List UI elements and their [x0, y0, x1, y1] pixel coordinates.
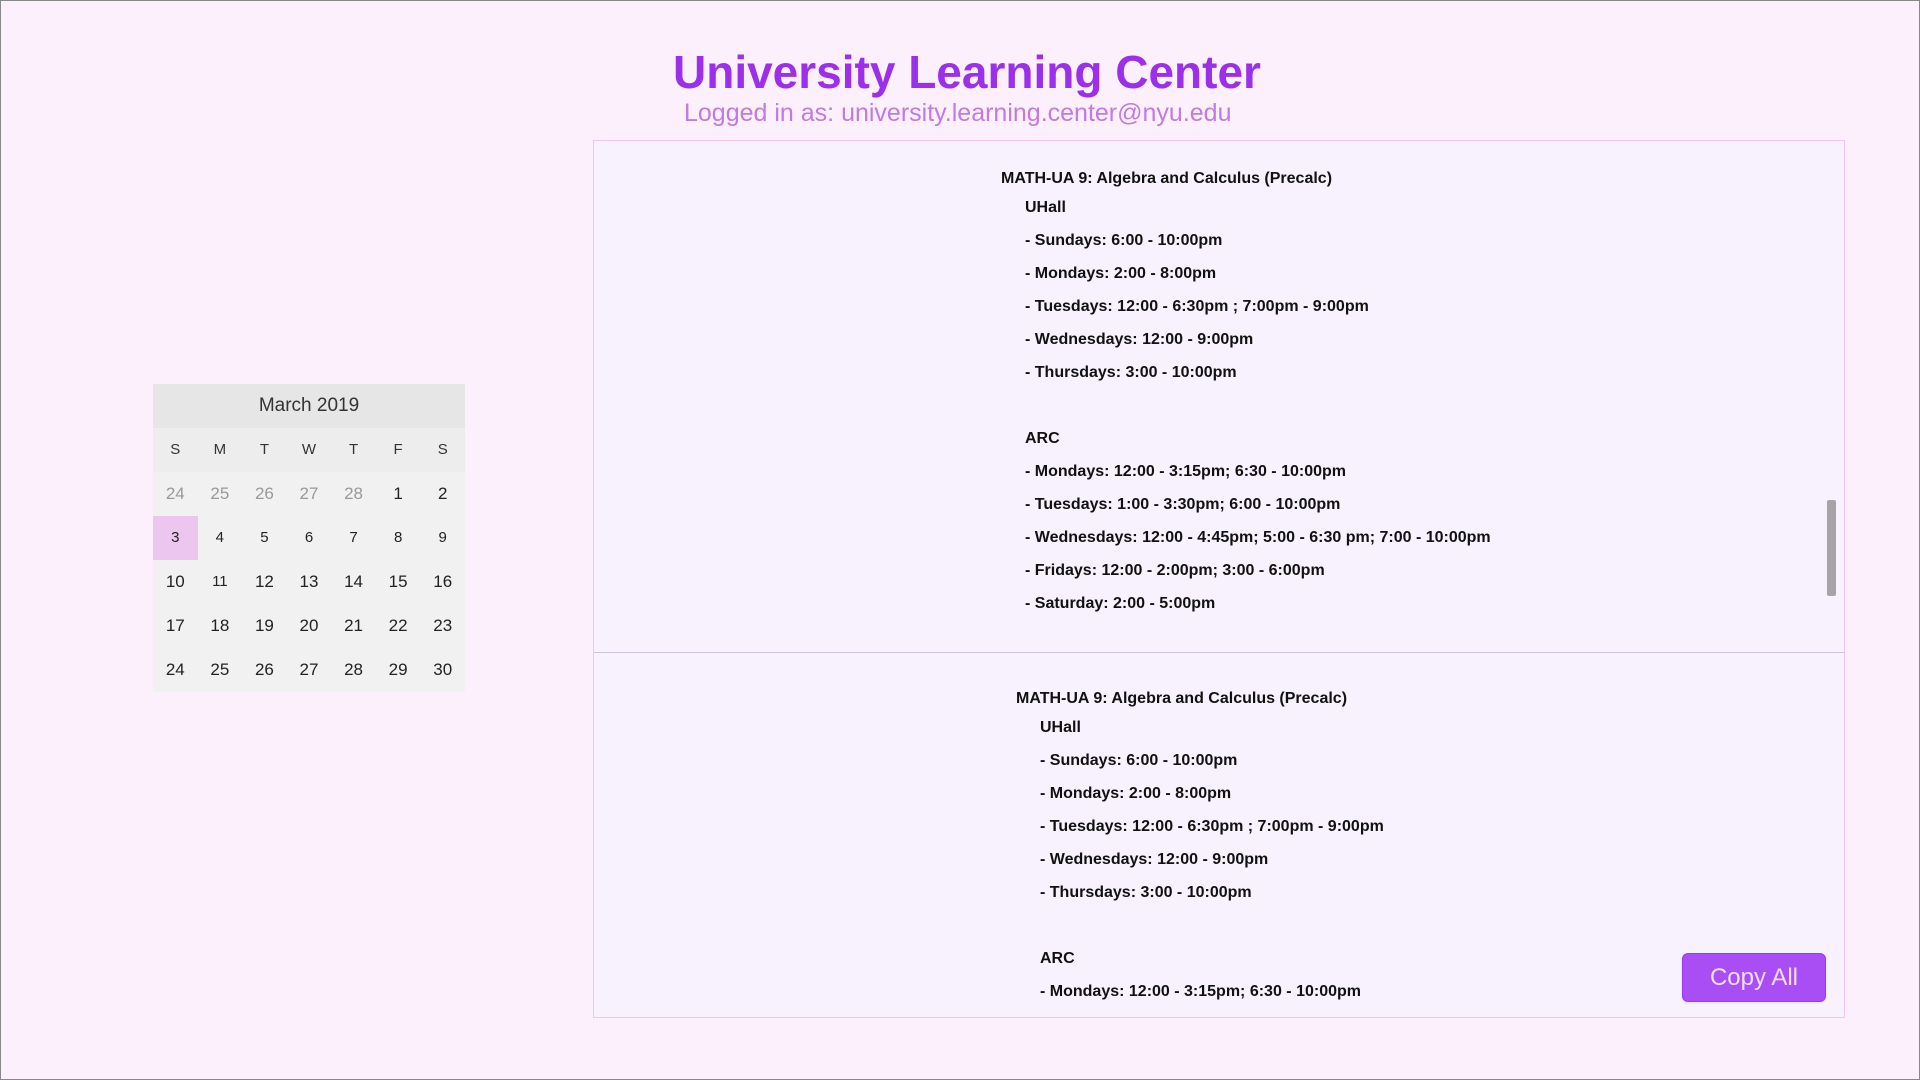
schedule-line: - Tuesdays: 12:00 - 6:30pm ; 7:00pm - 9:…	[1025, 298, 1369, 315]
location-label: UHall	[1025, 199, 1066, 216]
calendar-day[interactable]: 5	[242, 516, 287, 560]
calendar-day[interactable]: 22	[376, 604, 421, 648]
schedule-line: - Fridays: 12:00 - 2:00pm; 3:00 - 6:00pm	[1025, 562, 1325, 579]
schedule-line: - Mondays: 2:00 - 8:00pm	[1040, 785, 1232, 802]
page-title: University Learning Center	[673, 46, 1261, 98]
calendar-day-outside-month[interactable]: 24	[153, 472, 198, 516]
calendar-day[interactable]: 8	[376, 516, 421, 560]
calendar-day[interactable]: 11	[198, 560, 243, 604]
calendar-grid: S M T W T F S 24 25 26 27 28 1 2 3 4 5 6…	[153, 428, 465, 692]
calendar-day[interactable]: 25	[198, 648, 243, 692]
calendar-day-outside-month[interactable]: 26	[242, 472, 287, 516]
weekday-label: S	[420, 428, 465, 472]
calendar-day[interactable]: 20	[287, 604, 332, 648]
weekday-label: M	[197, 428, 243, 472]
calendar-day[interactable]: 10	[153, 560, 198, 604]
login-status: Logged in as: university.learning.center…	[684, 99, 1232, 127]
calendar-day[interactable]: 28	[331, 648, 376, 692]
schedule-entry: MATH-UA 9: Algebra and Calculus (Precalc…	[594, 653, 1844, 1017]
copy-all-button[interactable]: Copy All	[1682, 953, 1826, 1002]
calendar-day[interactable]: 9	[420, 516, 465, 560]
calendar-widget: March 2019 S M T W T F S 24 25 26 27 28 …	[153, 384, 465, 692]
schedule-line: - Sundays: 6:00 - 10:00pm	[1040, 752, 1238, 769]
calendar-day[interactable]: 19	[242, 604, 287, 648]
schedule-line: - Mondays: 2:00 - 8:00pm	[1025, 265, 1217, 282]
calendar-day[interactable]: 13	[287, 560, 332, 604]
calendar-day[interactable]: 29	[376, 648, 421, 692]
calendar-day[interactable]: 30	[420, 648, 465, 692]
weekday-label: W	[286, 428, 332, 472]
schedule-line: - Mondays: 12:00 - 3:15pm; 6:30 - 10:00p…	[1025, 463, 1346, 480]
calendar-day[interactable]: 2	[420, 472, 465, 516]
schedule-line: - Thursdays: 3:00 - 10:00pm	[1025, 364, 1237, 381]
weekday-label: F	[375, 428, 421, 472]
weekday-label: T	[242, 428, 287, 472]
location-label: UHall	[1040, 719, 1081, 736]
calendar-day[interactable]: 18	[198, 604, 243, 648]
calendar-day[interactable]: 26	[242, 648, 287, 692]
location-label: ARC	[1040, 950, 1075, 967]
location-label: ARC	[1025, 430, 1060, 447]
calendar-day[interactable]: 16	[420, 560, 465, 604]
calendar-day[interactable]: 27	[287, 648, 332, 692]
app-window: University Learning Center Logged in as:…	[0, 0, 1920, 1080]
calendar-day[interactable]: 4	[198, 516, 243, 560]
calendar-day[interactable]: 1	[376, 472, 421, 516]
calendar-day[interactable]: 23	[420, 604, 465, 648]
calendar-month-label: March 2019	[153, 384, 465, 428]
schedule-entry: MATH-UA 9: Algebra and Calculus (Precalc…	[594, 141, 1844, 653]
schedule-line: - Tuesdays: 1:00 - 3:30pm; 6:00 - 10:00p…	[1025, 496, 1341, 513]
calendar-day[interactable]: 21	[331, 604, 376, 648]
calendar-day[interactable]: 7	[331, 516, 376, 560]
schedule-line: - Mondays: 12:00 - 3:15pm; 6:30 - 10:00p…	[1040, 983, 1361, 1000]
schedule-line: - Sundays: 6:00 - 10:00pm	[1025, 232, 1223, 249]
scrollbar-thumb[interactable]	[1827, 500, 1836, 596]
schedule-line: - Tuesdays: 12:00 - 6:30pm ; 7:00pm - 9:…	[1040, 818, 1384, 835]
schedule-line: - Thursdays: 3:00 - 10:00pm	[1040, 884, 1252, 901]
calendar-day-outside-month[interactable]: 28	[331, 472, 376, 516]
schedule-line: - Wednesdays: 12:00 - 9:00pm	[1025, 331, 1254, 348]
schedule-line: - Saturday: 2:00 - 5:00pm	[1025, 595, 1216, 612]
schedule-panel[interactable]: MATH-UA 9: Algebra and Calculus (Precalc…	[593, 140, 1845, 1018]
calendar-day-outside-month[interactable]: 27	[287, 472, 332, 516]
calendar-day[interactable]: 15	[376, 560, 421, 604]
weekday-label: S	[153, 428, 198, 472]
course-title: MATH-UA 9: Algebra and Calculus (Precalc…	[1001, 170, 1333, 187]
calendar-day[interactable]: 17	[153, 604, 198, 648]
course-title: MATH-UA 9: Algebra and Calculus (Precalc…	[1016, 690, 1348, 707]
calendar-day[interactable]: 24	[153, 648, 198, 692]
schedule-line: - Wednesdays: 12:00 - 9:00pm	[1040, 851, 1269, 868]
calendar-day[interactable]: 12	[242, 560, 287, 604]
calendar-day-outside-month[interactable]: 25	[198, 472, 243, 516]
calendar-day[interactable]: 14	[331, 560, 376, 604]
calendar-day-selected[interactable]: 3	[153, 516, 198, 560]
calendar-day[interactable]: 6	[287, 516, 332, 560]
weekday-label: T	[331, 428, 376, 472]
schedule-line: - Wednesdays: 12:00 - 4:45pm; 5:00 - 6:3…	[1025, 529, 1491, 546]
